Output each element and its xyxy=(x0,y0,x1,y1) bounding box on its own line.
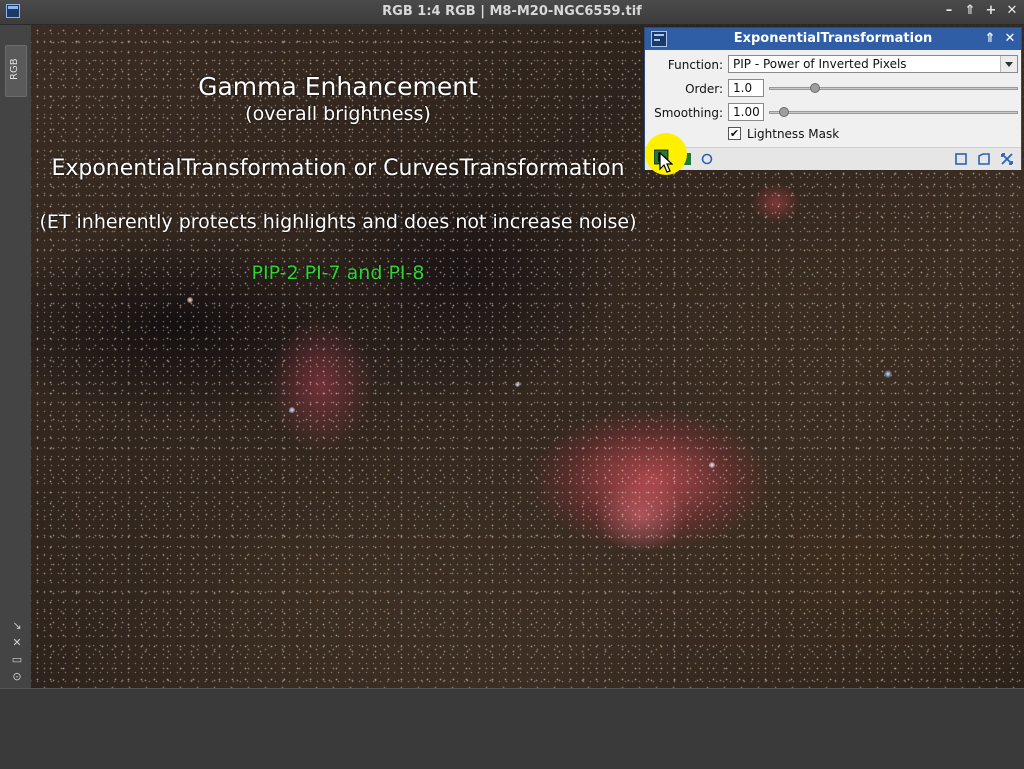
smoothing-label: Smoothing: xyxy=(654,106,723,120)
mouse-cursor-icon xyxy=(659,152,673,173)
workspace-background[interactable] xyxy=(0,688,1024,769)
bright-star xyxy=(187,297,193,303)
image-left-strip: RGB ↘ ✕ ▭ ⊙ xyxy=(0,25,32,688)
target-icon[interactable]: ⊙ xyxy=(11,671,23,683)
smoothing-input[interactable]: 1.00 xyxy=(728,103,764,121)
lightness-mask-checkbox[interactable]: ✔ xyxy=(728,127,741,140)
order-input[interactable]: 1.0 xyxy=(728,79,764,97)
browse-doc-icon[interactable] xyxy=(978,153,990,165)
resize-arrow-icon[interactable]: ↘ xyxy=(11,620,23,632)
window-controls: – ⇑ + ✕ xyxy=(943,3,1018,19)
bright-star xyxy=(709,462,715,468)
note-text: (ET inherently protects highlights and d… xyxy=(39,211,637,233)
rgb-view-tab[interactable]: RGB xyxy=(5,45,27,97)
order-slider[interactable] xyxy=(769,87,1018,90)
preview-square-icon[interactable] xyxy=(955,153,967,165)
execute-circle-icon[interactable] xyxy=(701,153,713,165)
bright-star xyxy=(884,370,892,378)
rgb-tab-label: RGB xyxy=(9,58,20,80)
maximize-icon[interactable]: + xyxy=(985,3,997,19)
reset-icon[interactable] xyxy=(1001,153,1013,165)
order-slider-handle[interactable] xyxy=(809,83,820,93)
order-label: Order: xyxy=(685,82,723,96)
shade-icon[interactable]: ⇑ xyxy=(964,3,976,19)
function-value: PIP - Power of Inverted Pixels xyxy=(733,57,907,71)
close-icon[interactable]: ✕ xyxy=(1001,30,1019,48)
tools-text: ExponentialTransformation or CurvesTrans… xyxy=(51,156,625,181)
smoothing-slider-handle[interactable] xyxy=(778,107,789,117)
lightness-mask-label: Lightness Mask xyxy=(747,127,840,141)
smoothing-slider[interactable] xyxy=(769,111,1018,114)
clone-view-icon[interactable]: ▭ xyxy=(11,654,23,666)
close-icon[interactable]: ✕ xyxy=(1006,3,1018,19)
dialog-bottom-bar xyxy=(645,147,1021,170)
heading-gamma-enhancement: Gamma Enhancement xyxy=(198,72,478,101)
subheading-overall-brightness: (overall brightness) xyxy=(245,103,431,125)
function-label: Function: xyxy=(667,58,723,72)
window-title: RGB 1:4 RGB | M8-M20-NGC6559.tif xyxy=(382,4,642,19)
bright-star xyxy=(289,407,295,413)
chevron-down-icon[interactable] xyxy=(1000,56,1017,72)
bright-star xyxy=(515,382,520,387)
function-select[interactable]: PIP - Power of Inverted Pixels xyxy=(728,55,1018,73)
dialog-title: ExponentialTransformation xyxy=(733,31,933,46)
image-window-titlebar[interactable]: RGB 1:4 RGB | M8-M20-NGC6559.tif – ⇑ + ✕ xyxy=(0,0,1024,25)
reference-text: PIP-2 PI-7 and PI-8 xyxy=(251,262,425,284)
shade-icon[interactable]: ⇑ xyxy=(981,30,999,48)
minimize-icon[interactable]: – xyxy=(943,3,955,19)
exponential-transformation-dialog: ExponentialTransformation ⇑ ✕ Function: … xyxy=(644,27,1022,170)
fit-view-icon[interactable]: ✕ xyxy=(11,637,23,649)
dialog-titlebar[interactable]: ExponentialTransformation ⇑ ✕ xyxy=(645,28,1021,50)
